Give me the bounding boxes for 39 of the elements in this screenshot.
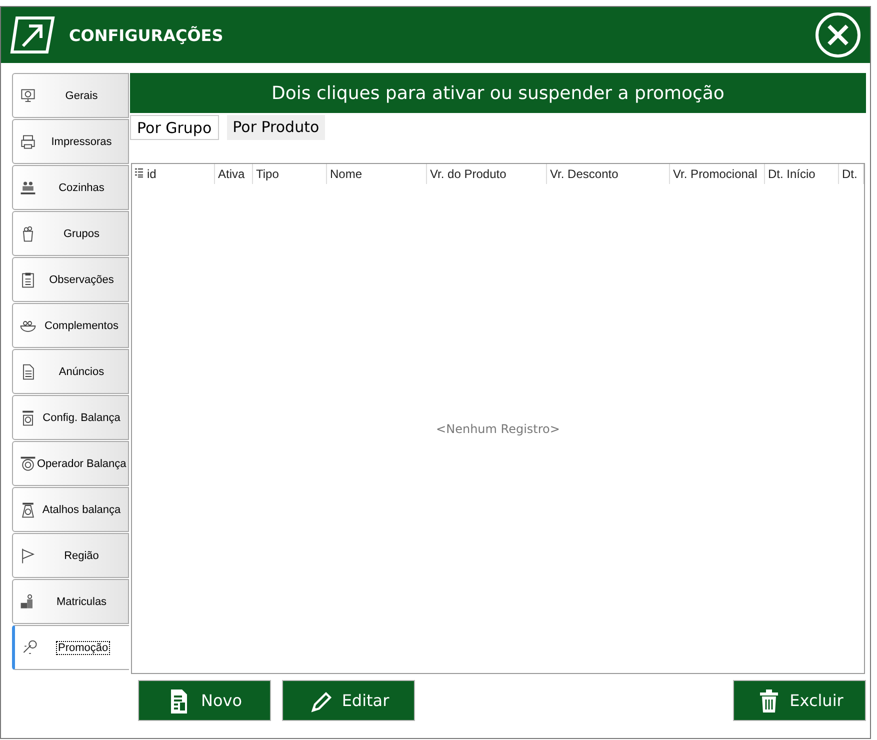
sidebar-item[interactable]: Grupos bbox=[12, 211, 129, 256]
scale-icon bbox=[19, 500, 37, 518]
clipboard-icon bbox=[19, 270, 37, 288]
tab[interactable]: Por Grupo bbox=[130, 115, 219, 140]
column-header[interactable]: id bbox=[144, 164, 215, 184]
printer-icon bbox=[19, 132, 37, 150]
empty-message: <Nenhum Registro> bbox=[435, 420, 561, 438]
gear-monitor-icon bbox=[19, 86, 37, 104]
column-header[interactable]: Dt. Início bbox=[765, 164, 839, 184]
sidebar-item[interactable]: Observações bbox=[12, 257, 129, 302]
sidebar-item[interactable]: Gerais bbox=[12, 73, 129, 118]
column-header[interactable]: Ativa bbox=[215, 164, 253, 184]
sidebar-item[interactable]: Atalhos balança bbox=[12, 487, 129, 532]
column-header[interactable]: Vr. Promocional bbox=[670, 164, 765, 184]
edit-button[interactable]: Editar bbox=[282, 680, 415, 721]
column-header[interactable]: Vr. do Produto bbox=[427, 164, 547, 184]
delete-button[interactable]: Excluir bbox=[733, 680, 866, 721]
sidebar-item[interactable]: Anúncios bbox=[12, 349, 129, 394]
close-button[interactable] bbox=[814, 11, 862, 59]
column-header[interactable]: Tipo bbox=[253, 164, 327, 184]
sidebar-item[interactable]: Região bbox=[12, 533, 129, 578]
tab[interactable]: Por Produto bbox=[226, 115, 326, 140]
instruction-banner: Dois cliques para ativar ou suspender a promoção bbox=[130, 73, 866, 113]
sidebar-item[interactable]: Cozinhas bbox=[12, 165, 129, 210]
sidebar-item[interactable]: Impressoras bbox=[12, 119, 129, 164]
new-button[interactable]: Novo bbox=[138, 680, 271, 721]
column-header[interactable]: Vr. Desconto bbox=[547, 164, 670, 184]
sidebar-item[interactable]: Config. Balança bbox=[12, 395, 129, 440]
column-header[interactable]: Dt. bbox=[839, 164, 864, 184]
window-title: CONFIGURAÇÕES bbox=[69, 26, 224, 44]
sidebar-item[interactable]: Complementos bbox=[12, 303, 129, 348]
column-header[interactable]: Nome bbox=[327, 164, 427, 184]
sidebar-item[interactable]: Operador Balança bbox=[12, 441, 129, 486]
logo-icon bbox=[9, 14, 57, 56]
sidebar-item[interactable]: Matriculas bbox=[12, 579, 129, 624]
sidebar-item[interactable]: Promoção bbox=[12, 625, 129, 670]
scale-icon bbox=[19, 454, 37, 472]
column-chooser-icon[interactable] bbox=[135, 168, 143, 178]
flag-icon bbox=[19, 546, 37, 564]
